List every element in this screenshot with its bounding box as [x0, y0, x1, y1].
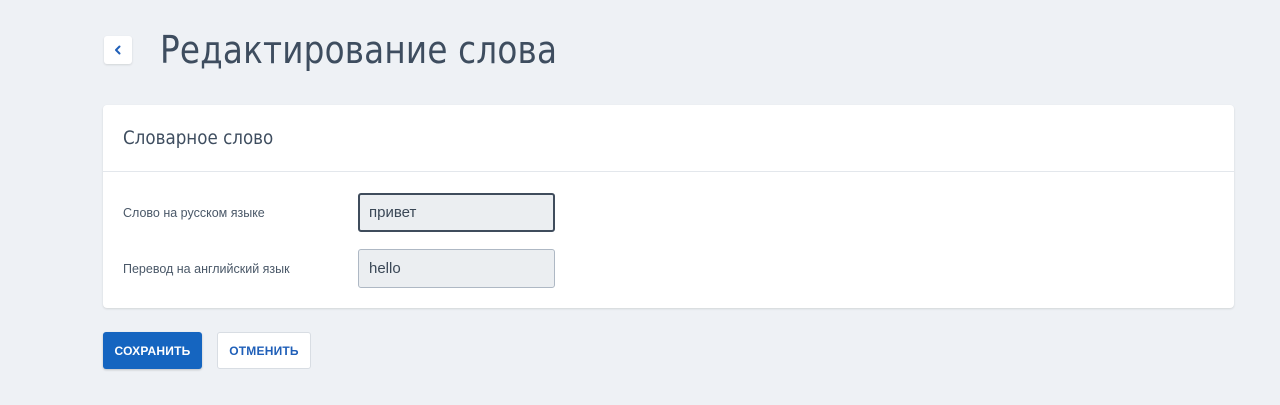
russian-word-label: Слово на русском языке [123, 205, 265, 220]
form-actions: СОХРАНИТЬ ОТМЕНИТЬ [103, 332, 311, 369]
english-translation-label: Перевод на английский язык [123, 261, 290, 276]
page-title: Редактирование слова [160, 28, 558, 72]
cancel-button[interactable]: ОТМЕНИТЬ [217, 332, 311, 369]
english-translation-row: Перевод на английский язык [103, 249, 1234, 288]
russian-word-row: Слово на русском языке [103, 193, 1234, 232]
card-title: Словарное слово [123, 127, 274, 149]
english-translation-input[interactable] [358, 249, 555, 288]
back-button[interactable] [104, 36, 132, 64]
page-header: Редактирование слова [104, 24, 622, 76]
word-card: Словарное слово Слово на русском языке П… [103, 105, 1234, 308]
save-button[interactable]: СОХРАНИТЬ [103, 332, 202, 369]
card-header: Словарное слово [103, 105, 1234, 172]
page: Редактирование слова Словарное слово Сло… [0, 0, 1280, 405]
chevron-left-icon [113, 45, 123, 55]
russian-word-input[interactable] [358, 193, 555, 232]
